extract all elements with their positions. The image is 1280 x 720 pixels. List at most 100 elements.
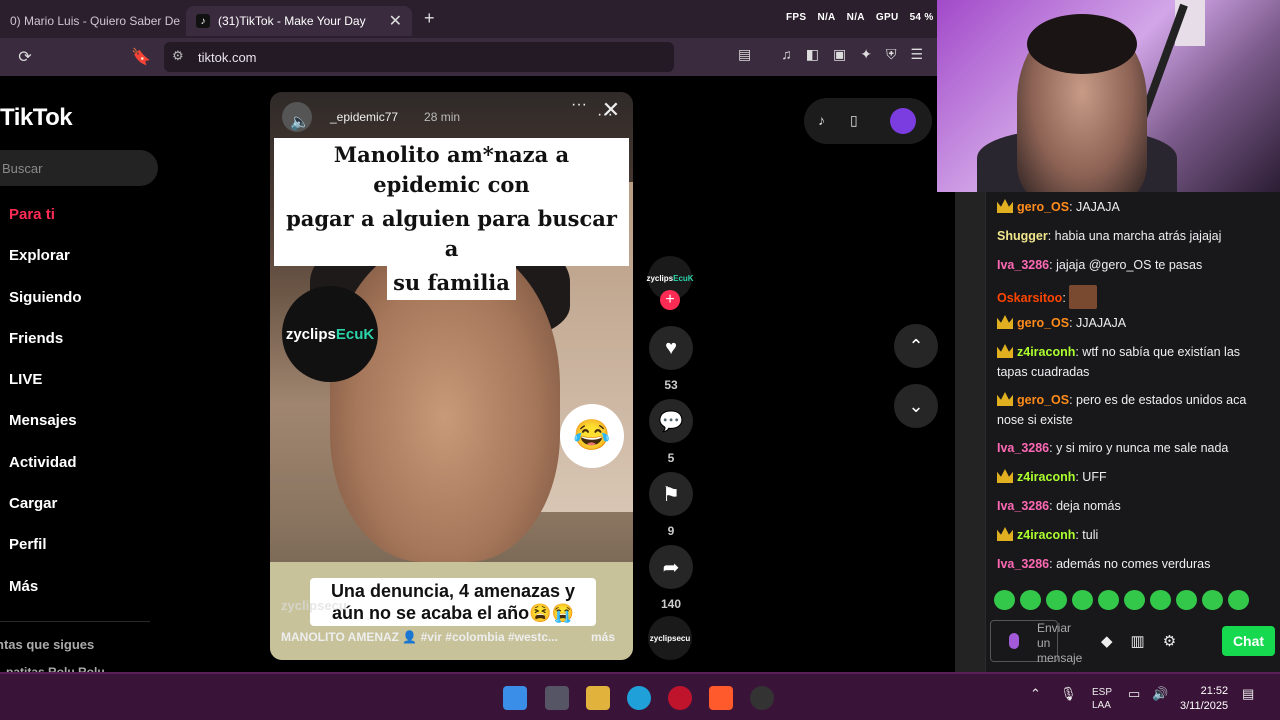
- nav-cargar[interactable]: Cargar: [9, 495, 82, 536]
- tiktok-icon[interactable]: ♪: [818, 112, 825, 128]
- tab-mario-luis[interactable]: 0) Mario Luis - Quiero Saber De Ti ✕: [0, 6, 182, 36]
- emote-icon[interactable]: [1020, 590, 1041, 610]
- heart-icon[interactable]: ♥: [649, 326, 693, 370]
- menu-icon[interactable]: ☰: [910, 46, 923, 63]
- opera-icon[interactable]: [668, 686, 692, 710]
- site-settings-icon[interactable]: ⚙: [172, 48, 184, 64]
- chat-username[interactable]: z4iraconh: [1017, 528, 1075, 542]
- emote-icon[interactable]: [1228, 590, 1249, 610]
- next-video-button[interactable]: ⌄: [894, 384, 938, 428]
- chat-username[interactable]: Iva_3286: [997, 499, 1049, 513]
- emote-icon[interactable]: [1124, 590, 1145, 610]
- clock[interactable]: 21:52 3/11/2025: [1180, 684, 1228, 714]
- emote-icon[interactable]: [994, 590, 1015, 610]
- emote-icon[interactable]: [1202, 590, 1223, 610]
- tray-chevron-icon[interactable]: ⌃: [1030, 686, 1041, 702]
- obs-icon[interactable]: [750, 686, 774, 710]
- share-icon[interactable]: ➦: [649, 545, 693, 589]
- music-disc[interactable]: zyclipsecu: [648, 616, 692, 660]
- input-language[interactable]: ESP LAA: [1092, 686, 1112, 712]
- network-icon[interactable]: ▭: [1128, 686, 1140, 702]
- chat-username[interactable]: gero_OS: [1017, 200, 1069, 214]
- sidebar-icon[interactable]: ◧: [806, 46, 819, 63]
- nav-siguiendo[interactable]: Siguiendo: [9, 289, 82, 330]
- more-options-icon[interactable]: ···: [571, 96, 587, 114]
- video-player[interactable]: _epidemic77 28 min 🔈 ··· ✕ ··· Manolito …: [270, 92, 633, 660]
- chat-username[interactable]: gero_OS: [1017, 393, 1069, 407]
- file-explorer-icon[interactable]: [586, 686, 610, 710]
- start-icon[interactable]: [503, 686, 527, 710]
- chat-input[interactable]: Enviar un mensaje: [990, 620, 1082, 665]
- reader-mode-icon[interactable]: ▤: [738, 46, 751, 63]
- nav-explorar[interactable]: Explorar: [9, 247, 82, 288]
- phone-icon[interactable]: ▯: [850, 112, 858, 129]
- tab-tiktok[interactable]: ♪ (31)TikTok - Make Your Day ✕: [186, 6, 412, 36]
- tab-label: 0) Mario Luis - Quiero Saber De Ti: [10, 14, 182, 28]
- video-caption: Manolito am*naza a epidemic con pagar a …: [274, 138, 629, 300]
- share-action[interactable]: ➦ 140: [648, 545, 694, 611]
- task-view-icon[interactable]: [545, 686, 569, 710]
- nav-friends[interactable]: Friends: [9, 330, 82, 371]
- emote-icon[interactable]: [1072, 590, 1093, 610]
- wallet-icon[interactable]: ▣: [833, 46, 846, 63]
- chat-username[interactable]: Iva_3286: [997, 557, 1049, 571]
- notification-icon[interactable]: ▤: [1242, 686, 1254, 702]
- bits-icon[interactable]: ◆: [1101, 632, 1113, 650]
- chat-username[interactable]: z4iraconh: [1017, 470, 1075, 484]
- address-bar[interactable]: ⚙ tiktok.com: [164, 42, 674, 72]
- save-action[interactable]: ⚑ 9: [648, 472, 694, 538]
- follow-button[interactable]: +: [660, 290, 680, 310]
- nav-perfil[interactable]: Perfil: [9, 536, 82, 577]
- caption-line: pagar a alguien para buscar a: [274, 202, 629, 266]
- chat-username[interactable]: z4iraconh: [1017, 345, 1075, 359]
- emote-icon[interactable]: [1176, 590, 1197, 610]
- more-link[interactable]: más: [591, 630, 615, 644]
- close-tab-icon[interactable]: ✕: [389, 11, 402, 31]
- brave-taskbar-icon[interactable]: [709, 686, 733, 710]
- nav-actividad[interactable]: Actividad: [9, 454, 82, 495]
- like-action[interactable]: ♥ 53: [648, 326, 694, 392]
- emote-icon[interactable]: [1098, 590, 1119, 610]
- nav-mensajes[interactable]: Mensajes: [9, 412, 82, 453]
- chat-message: gero_OS: JJAJAJA: [997, 314, 1267, 334]
- leo-ai-icon[interactable]: ✦: [860, 46, 872, 63]
- chat-send-button[interactable]: Chat: [1222, 626, 1275, 656]
- emote-icon[interactable]: [1150, 590, 1171, 610]
- chat-username[interactable]: gero_OS: [1017, 316, 1069, 330]
- media-icon[interactable]: ♫: [781, 46, 792, 63]
- vpn-icon[interactable]: ⛨: [886, 46, 897, 63]
- edge-icon[interactable]: [627, 686, 651, 710]
- chat-message: z4iraconh: wtf no sabía que existían las…: [997, 343, 1267, 382]
- settings-gear-icon[interactable]: ⚙: [1163, 632, 1176, 650]
- chat-username[interactable]: Shugger: [997, 229, 1048, 243]
- streamer-hair: [1027, 14, 1137, 74]
- profile-avatar[interactable]: [890, 108, 916, 134]
- reaction-emoji: 😂: [560, 404, 624, 468]
- nav-mas[interactable]: Más: [9, 578, 82, 619]
- volume-tray-icon[interactable]: 🔊: [1152, 686, 1168, 702]
- nav-live[interactable]: LIVE: [9, 371, 82, 412]
- previous-video-button[interactable]: ⌃: [894, 324, 938, 368]
- reload-icon[interactable]: ⟳: [14, 46, 36, 68]
- volume-icon[interactable]: 🔈: [290, 112, 310, 132]
- bookmark-icon[interactable]: ⚑: [649, 472, 693, 516]
- chat-username[interactable]: Iva_3286: [997, 258, 1049, 272]
- author-name[interactable]: _epidemic77: [330, 110, 398, 124]
- new-tab-button[interactable]: +: [424, 8, 435, 29]
- mic-tray-icon[interactable]: 🎙: [1060, 686, 1077, 702]
- author-badge-text: zyclips: [646, 273, 674, 283]
- nav-para-ti[interactable]: Para ti: [9, 206, 82, 247]
- microphone-icon[interactable]: [1009, 633, 1019, 649]
- more-icon[interactable]: ···: [597, 106, 613, 124]
- caption-line: su familia: [387, 266, 516, 300]
- bookmark-icon[interactable]: 🔖: [130, 46, 152, 68]
- chat-username[interactable]: Iva_3286: [997, 441, 1049, 455]
- chat-username[interactable]: Oskarsitoo: [997, 291, 1062, 305]
- emote-icon[interactable]: [1046, 590, 1067, 610]
- crown-badge-icon: [997, 392, 1013, 406]
- tiktok-logo[interactable]: TikTok: [0, 104, 73, 132]
- search-input[interactable]: Buscar: [0, 150, 158, 186]
- comment-action[interactable]: 💬 5: [648, 399, 694, 465]
- store-icon[interactable]: ▥: [1131, 632, 1145, 650]
- comment-icon[interactable]: 💬: [649, 399, 693, 443]
